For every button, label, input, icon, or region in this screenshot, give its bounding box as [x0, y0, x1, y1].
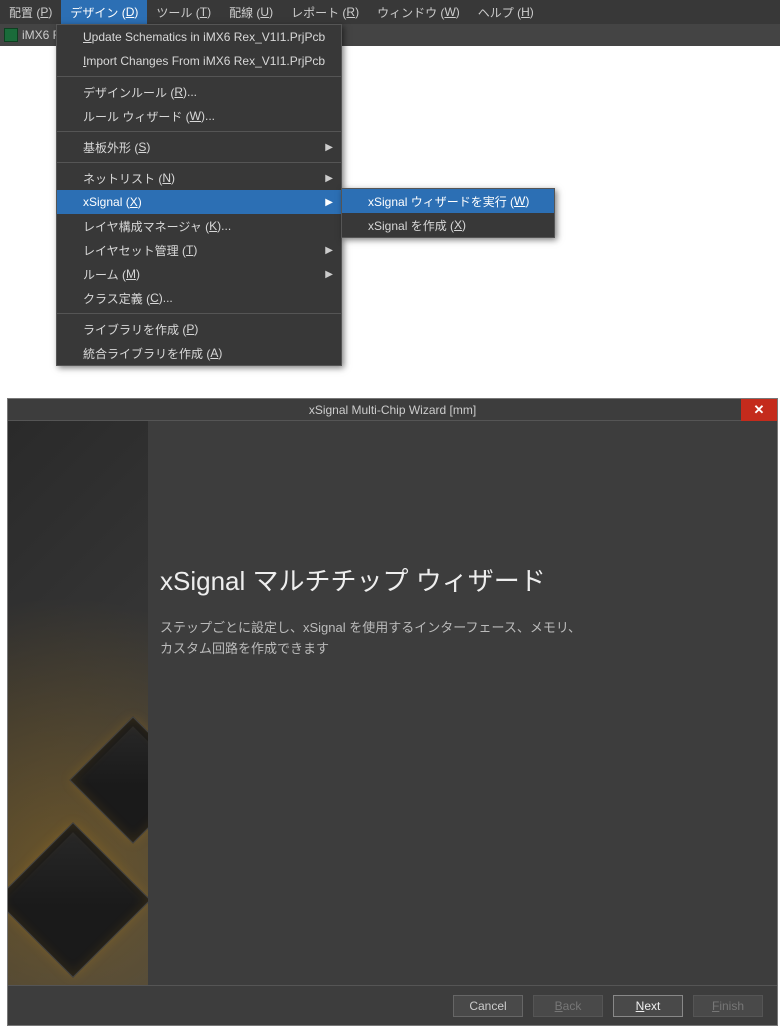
menu-update-schematics[interactable]: Update Schematics in iMX6 Rex_V1I1.PrjPc…: [57, 25, 341, 49]
wizard-body: xSignal マルチチップ ウィザード ステップごとに設定し、xSignal …: [8, 421, 777, 985]
menu-separator: [57, 76, 341, 77]
submenu-arrow-icon: ▶: [325, 197, 333, 208]
wizard-side-graphic: [8, 421, 148, 985]
menu-create-xsignal[interactable]: xSignal を作成 (X): [342, 213, 554, 237]
menu-design[interactable]: デザイン (D): [61, 0, 147, 24]
wizard-footer: Cancel Back Next Finish: [8, 985, 777, 1025]
submenu-arrow-icon: ▶: [325, 245, 333, 256]
next-button[interactable]: Next: [613, 995, 683, 1017]
wizard-main: xSignal マルチチップ ウィザード ステップごとに設定し、xSignal …: [148, 421, 777, 985]
menubar: 配置 (P) デザイン (D) ツール (T) 配線 (U) レポート (R) …: [0, 0, 780, 24]
menu-window[interactable]: ウィンドウ (W): [368, 0, 469, 24]
design-dropdown: Update Schematics in iMX6 Rex_V1I1.PrjPc…: [56, 24, 342, 366]
chip-illustration: [8, 705, 148, 985]
cancel-button[interactable]: Cancel: [453, 995, 523, 1017]
menu-separator: [57, 162, 341, 163]
menu-tools[interactable]: ツール (T): [147, 0, 220, 24]
menu-reports[interactable]: レポート (R): [282, 0, 368, 24]
menu-help[interactable]: ヘルプ (H): [469, 0, 543, 24]
menu-route[interactable]: 配線 (U): [220, 0, 282, 24]
menu-design-rules[interactable]: デザインルール (R)...: [57, 80, 341, 104]
menu-run-xsignal-wizard[interactable]: xSignal ウィザードを実行 (W): [342, 189, 554, 213]
menu-layer-stack-manager[interactable]: レイヤ構成マネージャ (K)...: [57, 214, 341, 238]
submenu-arrow-icon: ▶: [325, 142, 333, 153]
xsignal-wizard-window: xSignal Multi-Chip Wizard [mm] ✕ xSignal…: [7, 398, 778, 1026]
wizard-title-text: xSignal Multi-Chip Wizard [mm]: [309, 403, 476, 417]
xsignal-submenu: xSignal ウィザードを実行 (W) xSignal を作成 (X): [341, 188, 555, 238]
menu-place[interactable]: 配置 (P): [0, 0, 61, 24]
wizard-heading: xSignal マルチチップ ウィザード: [160, 561, 747, 598]
menu-xsignal[interactable]: xSignal (X)▶: [57, 190, 341, 214]
wizard-description: ステップごとに設定し、xSignal を使用するインターフェース、メモリ、 カス…: [160, 618, 747, 660]
menu-import-changes[interactable]: Import Changes From iMX6 Rex_V1I1.PrjPcb: [57, 49, 341, 73]
menu-make-library[interactable]: ライブラリを作成 (P): [57, 317, 341, 341]
menu-separator: [57, 313, 341, 314]
menu-classes[interactable]: クラス定義 (C)...: [57, 286, 341, 310]
menu-layer-sets[interactable]: レイヤセット管理 (T)▶: [57, 238, 341, 262]
menu-separator: [57, 131, 341, 132]
finish-button[interactable]: Finish: [693, 995, 763, 1017]
menu-rule-wizard[interactable]: ルール ウィザード (W)...: [57, 104, 341, 128]
menu-board-shape[interactable]: 基板外形 (S)▶: [57, 135, 341, 159]
wizard-titlebar[interactable]: xSignal Multi-Chip Wizard [mm] ✕: [8, 399, 777, 421]
menu-netlist[interactable]: ネットリスト (N)▶: [57, 166, 341, 190]
menu-make-integrated-library[interactable]: 統合ライブラリを作成 (A): [57, 341, 341, 365]
back-button[interactable]: Back: [533, 995, 603, 1017]
close-button[interactable]: ✕: [741, 399, 777, 421]
document-icon: [4, 28, 18, 42]
submenu-arrow-icon: ▶: [325, 269, 333, 280]
close-icon: ✕: [754, 402, 765, 418]
submenu-arrow-icon: ▶: [325, 173, 333, 184]
menu-rooms[interactable]: ルーム (M)▶: [57, 262, 341, 286]
